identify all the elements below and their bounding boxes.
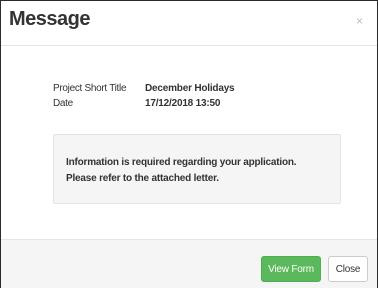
close-button[interactable]: Close xyxy=(328,256,368,282)
date-label: Date xyxy=(53,98,73,109)
close-icon[interactable]: × xyxy=(356,14,363,28)
dialog-footer: View Form Close xyxy=(1,239,377,288)
project-row: Project Short Title December Holidays xyxy=(53,81,235,96)
information-box: Information is required regarding your a… xyxy=(53,134,341,204)
information-text: Information is required regarding your a… xyxy=(66,157,297,184)
dialog-header: Message × xyxy=(1,1,377,46)
project-short-title-value: December Holidays xyxy=(145,83,235,94)
dialog-title: Message xyxy=(9,8,91,30)
date-row: Date 17/12/2018 13:50 xyxy=(53,96,234,111)
project-short-title-label: Project Short Title xyxy=(53,83,127,94)
view-form-button[interactable]: View Form xyxy=(261,256,321,282)
message-details: Project Short Title December Holidays Dat… xyxy=(53,81,235,111)
message-dialog: Message × Project Short Title December Ho… xyxy=(0,0,378,288)
date-value: 17/12/2018 13:50 xyxy=(145,98,221,109)
